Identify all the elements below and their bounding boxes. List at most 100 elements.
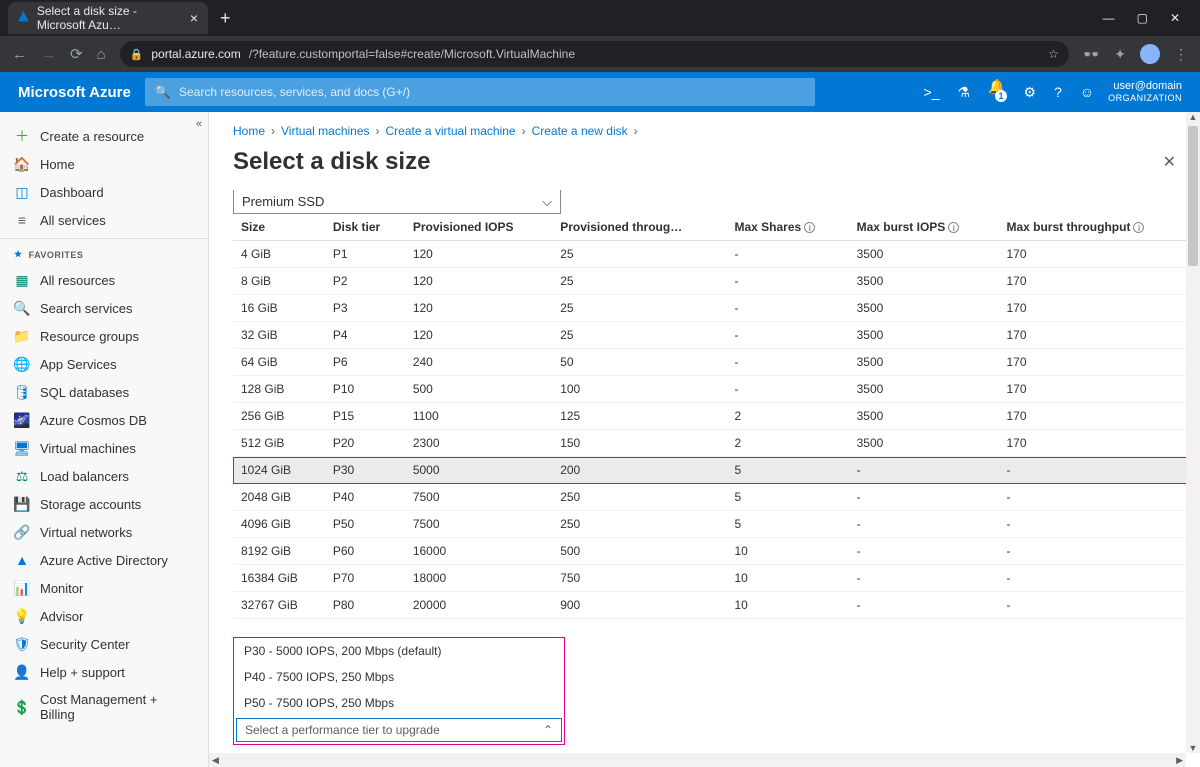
sidebar-item-security-center[interactable]: 🛡Security Center — [0, 630, 208, 658]
scroll-right-icon[interactable]: ▶ — [1173, 753, 1186, 767]
table-row[interactable]: 32 GiBP412025-3500170 — [233, 322, 1193, 349]
sidebar-item-cost-management-billing[interactable]: 💲Cost Management + Billing — [0, 686, 208, 728]
table-row[interactable]: 512 GiBP20230015023500170 — [233, 430, 1193, 457]
sidebar-item-load-balancers[interactable]: ⚖Load balancers — [0, 462, 208, 490]
chevron-right-icon: › — [271, 124, 275, 138]
scrollbar-thumb[interactable] — [1188, 126, 1198, 266]
global-search[interactable]: 🔍 — [145, 78, 815, 106]
page-title: Select a disk size — [233, 148, 430, 176]
service-icon: ▲ — [14, 552, 30, 568]
settings-icon[interactable]: ⚙ — [1024, 84, 1037, 101]
browser-tab[interactable]: Select a disk size - Microsoft Azu… × — [8, 2, 208, 34]
table-row[interactable]: 32767 GiBP802000090010-- — [233, 592, 1193, 619]
profile-avatar[interactable] — [1140, 44, 1160, 64]
maximize-icon[interactable]: ▢ — [1137, 11, 1148, 25]
directory-filter-icon[interactable]: ⚗ — [958, 84, 971, 101]
sidebar-item-resource-groups[interactable]: 📁Resource groups — [0, 322, 208, 350]
forward-icon[interactable]: → — [41, 46, 56, 63]
table-row[interactable]: 256 GiBP15110012523500170 — [233, 403, 1193, 430]
col-header[interactable]: Size — [233, 214, 325, 241]
sidebar-item-virtual-machines[interactable]: 🖥Virtual machines — [0, 434, 208, 462]
sidebar-item-azure-cosmos-db[interactable]: 🌌Azure Cosmos DB — [0, 406, 208, 434]
sidebar-create-resource[interactable]: ＋Create a resource — [0, 122, 208, 150]
star-icon: ★ — [14, 249, 23, 260]
table-row[interactable]: 128 GiBP10500100-3500170 — [233, 376, 1193, 403]
table-row[interactable]: 8 GiBP212025-3500170 — [233, 268, 1193, 295]
sidebar-item-sql-databases[interactable]: 🛢SQL databases — [0, 378, 208, 406]
scroll-down-icon[interactable]: ▼ — [1186, 743, 1200, 753]
col-header[interactable]: Disk tier — [325, 214, 405, 241]
tab-close-icon[interactable]: × — [190, 10, 198, 26]
breadcrumb-link[interactable]: Virtual machines — [281, 124, 370, 138]
notifications-icon[interactable]: 🔔1 — [988, 78, 1005, 107]
performance-tier-dropdown[interactable]: P30 - 5000 IOPS, 200 Mbps (default)P40 -… — [233, 637, 565, 745]
perf-tier-option[interactable]: P50 - 7500 IOPS, 250 Mbps — [234, 690, 564, 716]
cloud-shell-icon[interactable]: >_ — [924, 84, 940, 100]
user-menu[interactable]: user@domain ORGANIZATION — [1108, 80, 1182, 104]
table-row[interactable]: 4096 GiBP5075002505-- — [233, 511, 1193, 538]
search-input[interactable] — [179, 85, 805, 99]
breadcrumb-link[interactable]: Create a new disk — [532, 124, 628, 138]
perf-tier-option[interactable]: P40 - 7500 IOPS, 250 Mbps — [234, 664, 564, 690]
col-header[interactable]: Provisioned IOPS — [405, 214, 552, 241]
notif-badge: 1 — [995, 90, 1007, 102]
disk-type-dropdown[interactable]: Premium SSD ⌵ — [233, 190, 561, 214]
table-row[interactable]: 1024 GiBP3050002005-- — [233, 457, 1193, 484]
service-icon: 💾 — [14, 496, 30, 512]
sidebar-item-help-support[interactable]: 👤Help + support — [0, 658, 208, 686]
azure-logo[interactable]: Microsoft Azure — [18, 84, 131, 101]
breadcrumb-link[interactable]: Create a virtual machine — [386, 124, 516, 138]
window-controls: ― ▢ ✕ — [1103, 11, 1192, 25]
sidebar-item-azure-active-directory[interactable]: ▲Azure Active Directory — [0, 546, 208, 574]
browser-menu-icon[interactable]: ⋮ — [1174, 46, 1188, 63]
performance-tier-select[interactable]: Select a performance tier to upgrade ⌃ — [236, 718, 562, 742]
incognito-icon[interactable]: 👓 — [1083, 46, 1100, 63]
sidebar-item-storage-accounts[interactable]: 💾Storage accounts — [0, 490, 208, 518]
sidebar-home[interactable]: 🏠Home — [0, 150, 208, 178]
table-row[interactable]: 4 GiBP112025-3500170 — [233, 241, 1193, 268]
table-row[interactable]: 2048 GiBP4075002505-- — [233, 484, 1193, 511]
info-icon[interactable]: i — [948, 222, 959, 233]
blade-close-icon[interactable]: ✕ — [1163, 152, 1176, 172]
sidebar-all-services[interactable]: ≡All services — [0, 206, 208, 234]
table-row[interactable]: 64 GiBP624050-3500170 — [233, 349, 1193, 376]
horizontal-scrollbar[interactable]: ◀ ▶ — [209, 753, 1186, 767]
extensions-icon[interactable]: ✦ — [1114, 46, 1126, 63]
perf-tier-option[interactable]: P30 - 5000 IOPS, 200 Mbps (default) — [234, 638, 564, 664]
bookmark-icon[interactable]: ☆ — [1048, 47, 1059, 61]
col-header[interactable]: Max burst throughputi — [998, 214, 1193, 241]
sidebar-item-search-services[interactable]: 🔍Search services — [0, 294, 208, 322]
close-window-icon[interactable]: ✕ — [1170, 11, 1180, 25]
minimize-icon[interactable]: ― — [1103, 11, 1115, 25]
sidebar-item-all-resources[interactable]: ▦All resources — [0, 266, 208, 294]
back-icon[interactable]: ← — [12, 46, 27, 63]
vertical-scrollbar[interactable]: ▲ ▼ — [1186, 112, 1200, 753]
sidebar-item-advisor[interactable]: 💡Advisor — [0, 602, 208, 630]
col-header[interactable]: Max burst IOPSi — [849, 214, 999, 241]
service-icon: 📁 — [14, 328, 30, 344]
table-row[interactable]: 8192 GiBP601600050010-- — [233, 538, 1193, 565]
scroll-left-icon[interactable]: ◀ — [209, 753, 222, 767]
sidebar-dashboard[interactable]: ◫Dashboard — [0, 178, 208, 206]
info-icon[interactable]: i — [804, 222, 815, 233]
table-row[interactable]: 16 GiBP312025-3500170 — [233, 295, 1193, 322]
url-input[interactable]: 🔒 portal.azure.com/?feature.customportal… — [120, 41, 1069, 67]
breadcrumb-link[interactable]: Home — [233, 124, 265, 138]
reload-icon[interactable]: ⟳ — [70, 45, 83, 63]
home-icon[interactable]: ⌂ — [97, 46, 106, 63]
feedback-icon[interactable]: ☺ — [1080, 84, 1094, 100]
service-icon: 🔗 — [14, 524, 30, 540]
lock-icon: 🔒 — [130, 48, 144, 61]
info-icon[interactable]: i — [1133, 222, 1144, 233]
scroll-up-icon[interactable]: ▲ — [1186, 112, 1200, 122]
sidebar-collapse-icon[interactable]: « — [196, 118, 202, 130]
sidebar-item-app-services[interactable]: 🌐App Services — [0, 350, 208, 378]
table-row[interactable]: 16384 GiBP701800075010-- — [233, 565, 1193, 592]
help-icon[interactable]: ? — [1054, 84, 1062, 100]
new-tab-button[interactable]: + — [220, 8, 231, 29]
sidebar-item-monitor[interactable]: 📊Monitor — [0, 574, 208, 602]
col-header[interactable]: Provisioned throug… — [552, 214, 726, 241]
sidebar-item-virtual-networks[interactable]: 🔗Virtual networks — [0, 518, 208, 546]
col-header[interactable]: Max Sharesi — [726, 214, 848, 241]
service-icon: ⚖ — [14, 468, 30, 484]
